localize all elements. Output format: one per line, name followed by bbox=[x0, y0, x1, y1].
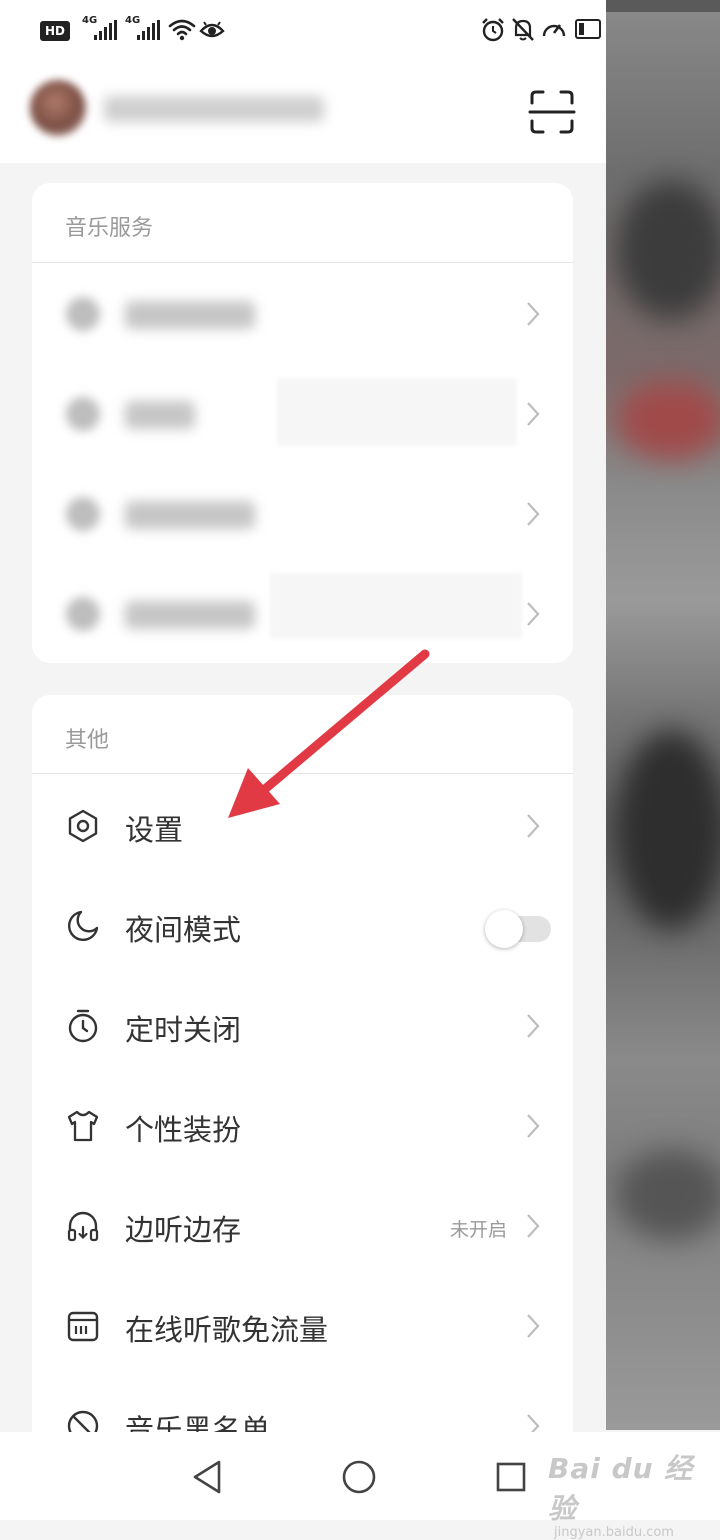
scan-icon[interactable] bbox=[526, 86, 578, 138]
music-services-title: 音乐服务 bbox=[65, 216, 154, 241]
chevron-right-icon bbox=[527, 1314, 540, 1338]
settings-icon bbox=[68, 809, 98, 843]
blurred-label bbox=[125, 501, 255, 529]
night-mode-label: 夜间模式 bbox=[125, 913, 242, 947]
chevron-right-icon bbox=[527, 1114, 540, 1138]
night-mode-toggle[interactable] bbox=[485, 908, 553, 948]
cache-while-listening-item[interactable]: 边听边存 未开启 bbox=[32, 1175, 573, 1275]
watermark-sub: jingyan.baidu.com bbox=[554, 1525, 674, 1540]
toggle-knob bbox=[485, 910, 523, 948]
night-mode-item: 夜间模式 bbox=[32, 875, 573, 975]
blurred-icon bbox=[66, 297, 100, 331]
side-drawer: HD 1 4G 4G 音乐服务 其他 设置 夜间模式 定时关闭 个性装扮 边听边… bbox=[0, 0, 606, 1432]
blurred-service-item[interactable] bbox=[32, 263, 573, 363]
blurred-icon bbox=[66, 497, 100, 531]
chevron-right-icon bbox=[527, 302, 540, 326]
blurred-label bbox=[125, 301, 255, 329]
backdrop-blot bbox=[616, 1150, 720, 1240]
blurred-username[interactable] bbox=[104, 96, 324, 122]
status-text: 未开启 bbox=[449, 1219, 507, 1241]
blurred-background-page[interactable] bbox=[606, 0, 720, 1430]
watermark-main: Bai du 经验 bbox=[548, 1452, 694, 1525]
signal-icon bbox=[92, 20, 118, 40]
wifi-icon bbox=[168, 19, 196, 41]
avatar[interactable] bbox=[30, 80, 86, 136]
timer-close-item[interactable]: 定时关闭 bbox=[32, 975, 573, 1075]
cache-while-listening-label: 边听边存 bbox=[125, 1213, 242, 1247]
home-icon[interactable] bbox=[341, 1459, 377, 1495]
recents-icon[interactable] bbox=[495, 1461, 527, 1493]
backdrop-blot bbox=[616, 730, 720, 930]
timer-icon bbox=[68, 1009, 98, 1043]
mute-icon bbox=[512, 18, 534, 41]
annotation-arrow bbox=[228, 649, 430, 818]
moon-icon bbox=[68, 910, 99, 941]
timer-close-label: 定时关闭 bbox=[125, 1013, 242, 1047]
eye-icon bbox=[199, 21, 225, 38]
settings-label: 设置 bbox=[125, 813, 184, 847]
blurred-icon bbox=[66, 597, 100, 631]
chevron-right-icon bbox=[527, 814, 540, 838]
other-title: 其他 bbox=[65, 728, 110, 753]
blurred-area bbox=[277, 378, 517, 446]
sim-slot-label: 1 bbox=[63, 30, 70, 41]
music-blacklist-label: 音乐黑名单 bbox=[125, 1413, 271, 1432]
baidu-jingyan-watermark: Bai du 经验 jingyan.baidu.com bbox=[548, 1447, 720, 1540]
blurred-icon bbox=[66, 397, 100, 431]
chevron-right-icon bbox=[527, 1414, 540, 1432]
headphones-icon bbox=[67, 1211, 99, 1242]
free-data-streaming-label: 在线听歌免流量 bbox=[125, 1313, 329, 1347]
skin-theme-label: 个性装扮 bbox=[125, 1113, 242, 1147]
signal-icon bbox=[135, 20, 161, 40]
backdrop-blot bbox=[616, 180, 720, 320]
free-data-streaming-item[interactable]: 在线听歌免流量 bbox=[32, 1275, 573, 1375]
alarm-icon bbox=[482, 18, 504, 42]
back-icon[interactable] bbox=[190, 1459, 224, 1495]
blurred-service-item[interactable] bbox=[32, 363, 573, 463]
backdrop-blot bbox=[616, 380, 720, 460]
blurred-service-item[interactable] bbox=[32, 463, 573, 563]
status-bar: HD 1 4G 4G bbox=[0, 0, 606, 62]
system-navigation-bar: Bai du 经验 jingyan.baidu.com bbox=[0, 1432, 720, 1540]
blurred-label bbox=[125, 601, 255, 629]
backdrop-top-strip bbox=[606, 0, 720, 12]
chevron-right-icon bbox=[527, 502, 540, 526]
battery-icon bbox=[575, 19, 601, 39]
skin-theme-item[interactable]: 个性装扮 bbox=[32, 1075, 573, 1175]
tshirt-icon bbox=[67, 1110, 99, 1142]
sim-card-icon bbox=[67, 1311, 99, 1342]
chevron-right-icon bbox=[527, 402, 540, 426]
block-icon bbox=[67, 1410, 99, 1432]
music-blacklist-item[interactable]: 音乐黑名单 bbox=[32, 1375, 573, 1432]
chevron-right-icon bbox=[527, 602, 540, 626]
blurred-label bbox=[125, 401, 195, 429]
chevron-right-icon bbox=[527, 1214, 540, 1238]
chevron-right-icon bbox=[527, 1014, 540, 1038]
speed-icon bbox=[542, 24, 566, 37]
blurred-area bbox=[270, 573, 522, 639]
music-services-card: 音乐服务 bbox=[32, 183, 573, 663]
